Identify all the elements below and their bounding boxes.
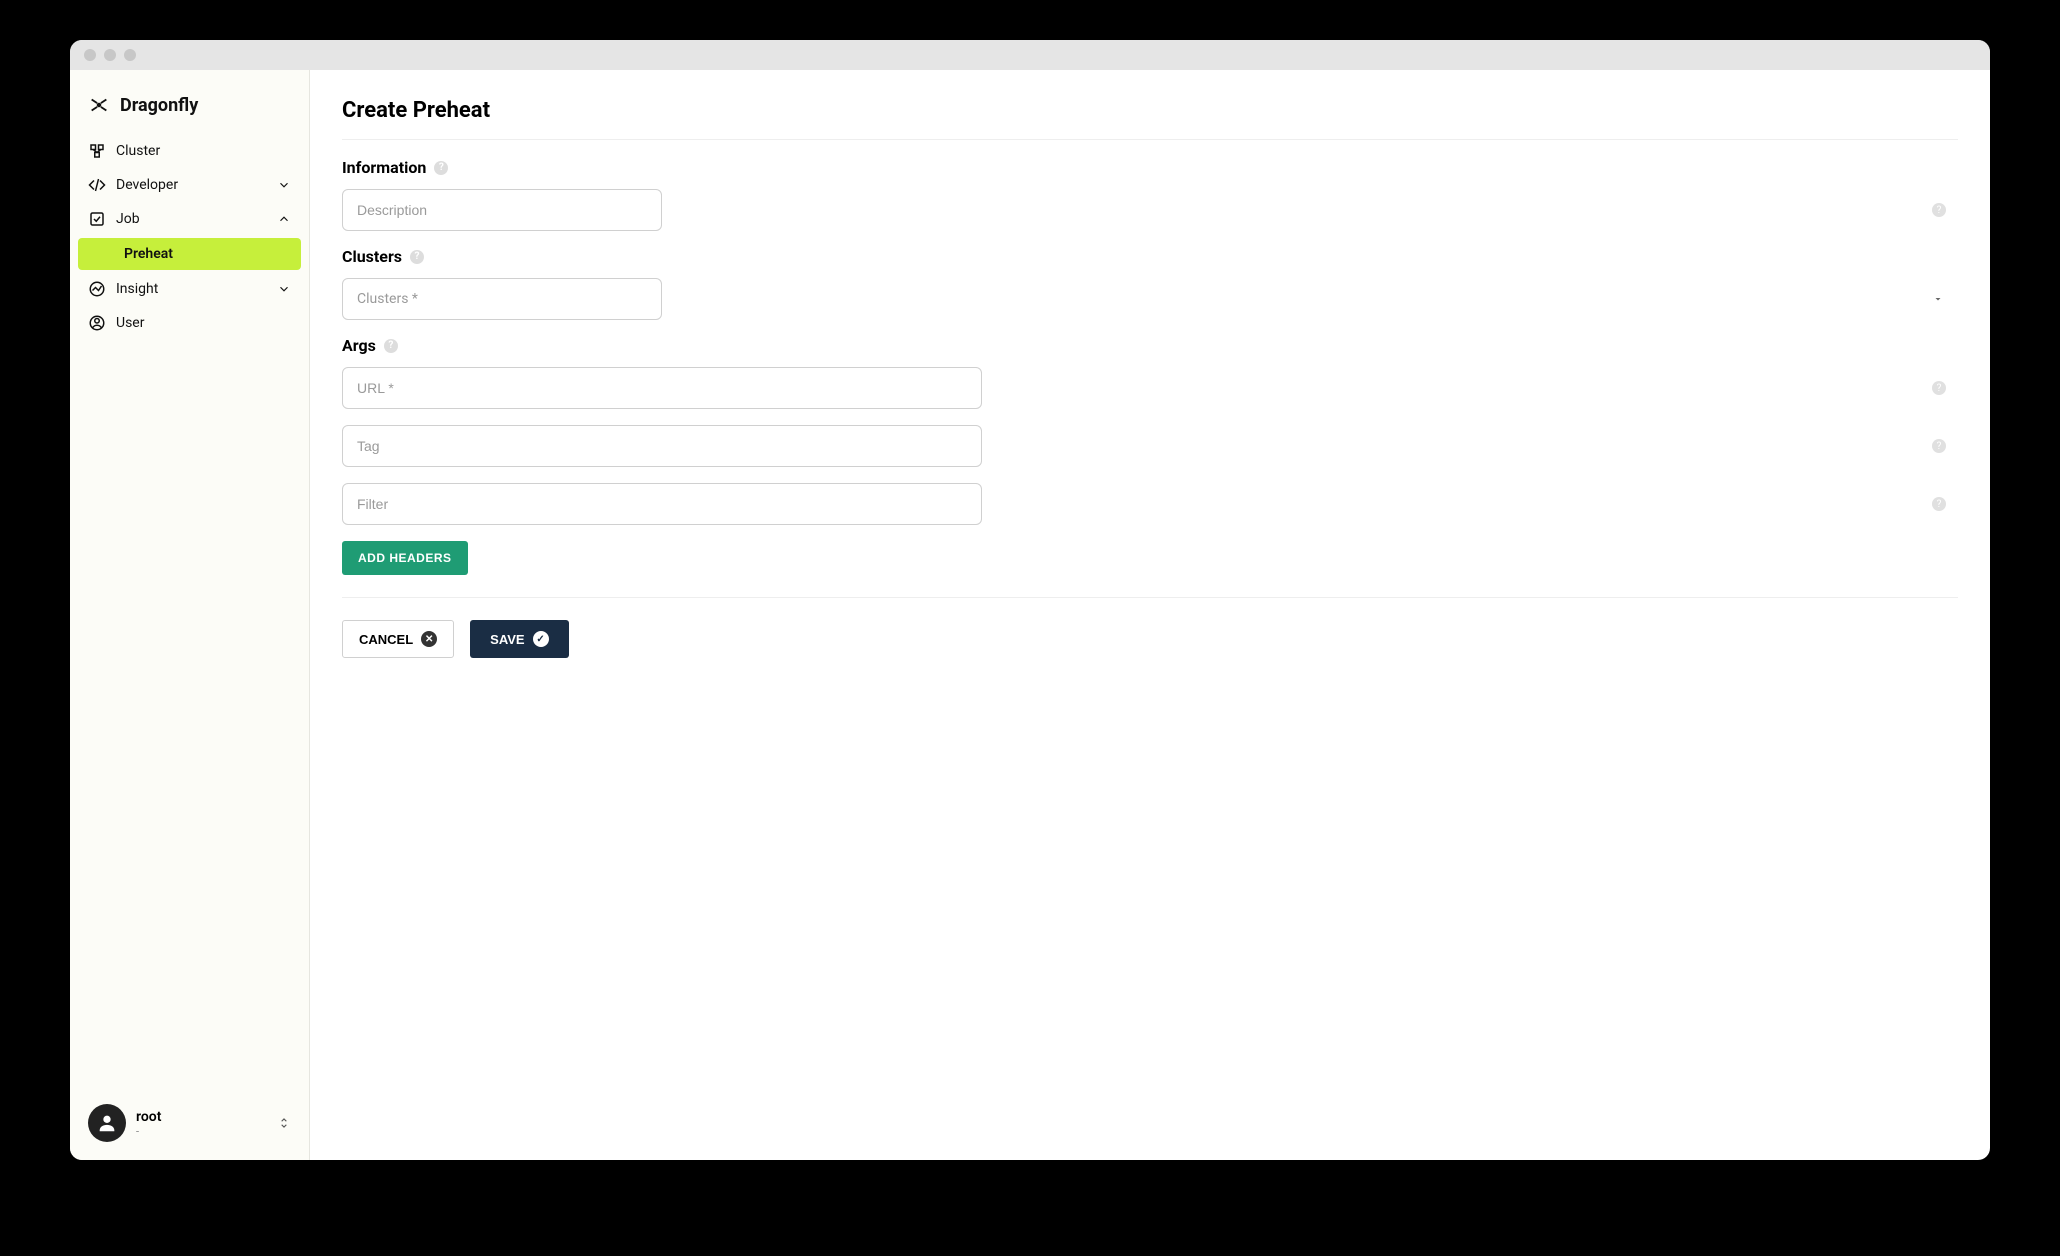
- help-icon[interactable]: ?: [1932, 497, 1946, 511]
- traffic-light-close[interactable]: [84, 49, 96, 61]
- sidebar-item-label: Job: [116, 211, 140, 227]
- field-clusters: Clusters *: [342, 278, 1958, 320]
- user-nav-icon: [88, 314, 106, 332]
- url-input[interactable]: [342, 367, 982, 409]
- sidebar-item-label: Developer: [116, 177, 178, 193]
- sidebar-subitem-label: Preheat: [124, 246, 173, 262]
- help-icon[interactable]: ?: [1932, 381, 1946, 395]
- help-icon[interactable]: ?: [410, 250, 424, 264]
- help-icon[interactable]: ?: [434, 161, 448, 175]
- section-label: Information: [342, 158, 426, 177]
- insight-icon: [88, 280, 106, 298]
- section-label: Clusters: [342, 247, 402, 266]
- sidebar-nav: Cluster Developer Job Preheat Ins: [70, 134, 309, 1086]
- check-icon: ✓: [533, 631, 549, 647]
- field-description: ?: [342, 189, 1958, 231]
- caret-down-icon: [1932, 293, 1944, 305]
- sidebar-item-developer[interactable]: Developer: [70, 168, 309, 202]
- clusters-select[interactable]: Clusters *: [342, 278, 662, 320]
- filter-input[interactable]: [342, 483, 982, 525]
- developer-icon: [88, 176, 106, 194]
- field-tag: ?: [342, 425, 1958, 467]
- tag-input[interactable]: [342, 425, 982, 467]
- dragonfly-logo-icon: [88, 94, 110, 116]
- help-icon[interactable]: ?: [384, 339, 398, 353]
- cluster-icon: [88, 142, 106, 160]
- help-icon[interactable]: ?: [1932, 203, 1946, 217]
- sidebar-item-label: User: [116, 315, 144, 331]
- description-input[interactable]: [342, 189, 662, 231]
- user-subtitle: -: [136, 1125, 161, 1138]
- field-filter: ?: [342, 483, 1958, 525]
- traffic-light-minimize[interactable]: [104, 49, 116, 61]
- user-box[interactable]: root -: [70, 1086, 309, 1160]
- sidebar-item-job[interactable]: Job: [70, 202, 309, 236]
- window-titlebar: [70, 40, 1990, 70]
- sidebar-item-user[interactable]: User: [70, 306, 309, 340]
- user-info: root -: [136, 1109, 161, 1138]
- app-window: Dragonfly Cluster Developer Job: [70, 40, 1990, 1160]
- job-icon: [88, 210, 106, 228]
- brand: Dragonfly: [70, 84, 309, 134]
- form-actions: CANCEL ✕ SAVE ✓: [342, 620, 1958, 658]
- brand-name: Dragonfly: [120, 95, 198, 116]
- sidebar-item-label: Insight: [116, 281, 158, 297]
- sidebar-subitem-preheat[interactable]: Preheat: [78, 238, 301, 270]
- chevron-down-icon: [277, 282, 291, 296]
- divider: [342, 597, 1958, 598]
- section-heading-args: Args ?: [342, 336, 1958, 355]
- chevron-down-icon: [277, 178, 291, 192]
- section-label: Args: [342, 336, 376, 355]
- traffic-light-zoom[interactable]: [124, 49, 136, 61]
- save-button[interactable]: SAVE ✓: [470, 620, 568, 658]
- avatar-icon: [96, 1112, 118, 1134]
- chevron-up-icon: [277, 212, 291, 226]
- chevron-up-down-icon: [277, 1114, 291, 1132]
- help-icon[interactable]: ?: [1932, 439, 1946, 453]
- cancel-button[interactable]: CANCEL ✕: [342, 620, 454, 658]
- close-icon: ✕: [421, 631, 437, 647]
- cancel-label: CANCEL: [359, 632, 413, 647]
- avatar: [88, 1104, 126, 1142]
- section-heading-clusters: Clusters ?: [342, 247, 1958, 266]
- sidebar-item-label: Cluster: [116, 143, 160, 159]
- app-body: Dragonfly Cluster Developer Job: [70, 70, 1990, 1160]
- sidebar-item-cluster[interactable]: Cluster: [70, 134, 309, 168]
- section-heading-information: Information ?: [342, 158, 1958, 177]
- add-headers-button[interactable]: ADD HEADERS: [342, 541, 468, 575]
- user-name: root: [136, 1109, 161, 1125]
- sidebar-item-insight[interactable]: Insight: [70, 272, 309, 306]
- field-url: ?: [342, 367, 1958, 409]
- sidebar: Dragonfly Cluster Developer Job: [70, 70, 310, 1160]
- save-label: SAVE: [490, 632, 524, 647]
- main-content: Create Preheat Information ? ? Clusters …: [310, 70, 1990, 1160]
- page-title: Create Preheat: [342, 98, 1958, 140]
